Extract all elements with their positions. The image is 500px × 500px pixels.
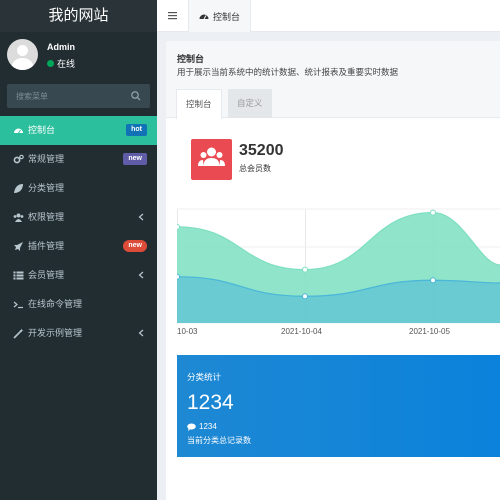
user-panel: Admin 在线 [0,32,157,78]
category-stat-card: 分类统计 1234 1234 当前分类总记录数 [177,355,500,457]
new-badge: new [123,153,147,165]
stat-value: 35200 [239,142,284,159]
list-icon [13,271,24,280]
sidebar-item-label: 会员管理 [28,270,65,280]
tab-dashboard[interactable]: 控制台 [188,0,252,32]
chevron-left-icon [138,213,144,221]
rocket-icon [14,242,23,251]
page-title: 控制台 [177,54,205,64]
sidebar-search [7,84,150,108]
search-input[interactable] [7,84,127,108]
sidebar-item-label: 在线命令管理 [28,299,83,309]
sidebar-item-plugins[interactable]: 插件管理 new [0,232,157,261]
category-card-title: 分类统计 [187,372,222,382]
avatar[interactable] [7,39,38,70]
tab-custom[interactable]: 自定义 [228,89,272,118]
content-panel: 控制台 用于展示当前系统中的统计数据、统计报表及重要实时数据 自定义 控制台 3… [166,41,500,500]
content-gutter [157,32,166,500]
group-icon [13,213,24,222]
sidebar-item-examples[interactable]: 开发示例管理 [0,319,157,348]
x-tick-label: 2021-10-04 [281,327,322,336]
tab-dashboard[interactable]: 控制台 [176,89,222,119]
sidebar: 我的网站 Admin 在线 控制台 hot [0,0,157,500]
top-navbar: 控制台 [157,0,500,32]
chevron-left-icon [138,329,144,337]
sidebar-item-label: 常规管理 [28,154,65,164]
category-card-sub: 1234 [187,422,217,431]
cogs-icon [13,154,24,164]
dashboard-icon [14,128,23,134]
magic-icon [13,328,24,339]
stat-label: 总会员数 [239,164,271,173]
x-tick-label: 10-03 [177,327,198,336]
category-card-sub-value: 1234 [199,422,217,431]
stats-chart: 10-03 2021-10-04 2021-10-05 [177,205,500,336]
x-tick-label: 2021-10-05 [409,327,450,336]
page-description: 用于展示当前系统中的统计数据、统计报表及重要实时数据 [177,67,399,77]
data-point[interactable] [177,273,180,280]
users-icon [198,147,225,166]
chevron-left-icon [138,271,144,279]
hamburger-menu-icon[interactable] [168,11,177,20]
sidebar-item-label: 开发示例管理 [28,328,83,338]
data-point[interactable] [430,209,436,216]
data-point[interactable] [430,277,436,284]
sidebar-item-category[interactable]: 分类管理 [0,174,157,203]
sidebar-item-command[interactable]: 在线命令管理 [0,290,157,319]
sidebar-item-label: 分类管理 [28,183,65,193]
user-status-text: 在线 [57,59,76,69]
panel-header: 控制台 用于展示当前系统中的统计数据、统计报表及重要实时数据 自定义 控制台 [166,41,500,119]
terminal-icon [13,301,23,309]
chart-canvas [177,208,500,324]
new-badge: new [123,240,147,252]
sidebar-item-label: 权限管理 [28,212,65,222]
sidebar-item-label: 控制台 [28,125,56,135]
leaf-icon [14,184,23,193]
user-status: 在线 [47,57,75,70]
member-stat-card: 35200 总会员数 [191,139,391,189]
sidebar-item-auth[interactable]: 权限管理 [0,203,157,232]
category-card-label: 当前分类总记录数 [187,436,251,445]
comment-icon [187,423,196,431]
data-point[interactable] [302,266,308,273]
sidebar-item-members[interactable]: 会员管理 [0,261,157,290]
user-name: Admin [47,42,75,52]
brand-logo[interactable]: 我的网站 [0,0,157,32]
sidebar-menu: 控制台 hot 常规管理 new 分类管理 权限管理 插件管理 new 会员管理… [0,116,157,348]
data-point[interactable] [177,223,180,230]
online-dot-icon [47,60,54,67]
hot-badge: hot [126,124,147,136]
search-icon[interactable] [130,90,142,102]
sidebar-item-general[interactable]: 常规管理 new [0,145,157,174]
category-card-value: 1234 [187,391,234,414]
tab-label: 控制台 [213,11,241,22]
data-point[interactable] [302,293,308,300]
sidebar-item-dashboard[interactable]: 控制台 hot [0,116,157,145]
dashboard-icon [199,14,209,20]
sidebar-item-label: 插件管理 [28,241,65,251]
stat-icon-box [191,139,232,180]
